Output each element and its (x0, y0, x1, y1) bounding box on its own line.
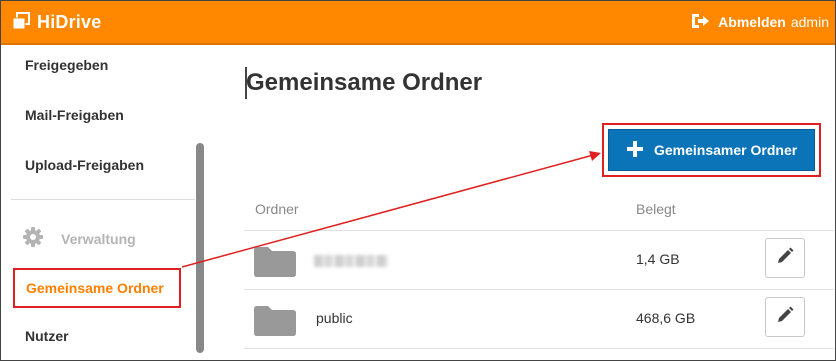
sidebar-item-freigegeben[interactable]: Freigegeben (25, 57, 108, 73)
sidebar-item-nutzer[interactable]: Nutzer (25, 328, 69, 344)
sidebar: Freigegeben Mail-Freigaben Upload-Freiga… (1, 47, 216, 360)
highlight-box: Gemeinsamer Ordner (602, 123, 821, 177)
logout-icon (690, 13, 710, 32)
column-header-used[interactable]: Belegt (636, 201, 676, 217)
pencil-icon (776, 247, 794, 270)
main-content: Gemeinsame Ordner Gemeinsamer Ordner Ord… (216, 47, 835, 360)
logo[interactable]: HiDrive (11, 10, 101, 34)
sidebar-item-upload-freigaben[interactable]: Upload-Freigaben (25, 157, 144, 173)
folder-icon (254, 247, 296, 277)
table-row[interactable]: public 468,6 GB (244, 291, 834, 346)
gear-icon (23, 227, 43, 250)
table-divider (244, 348, 834, 349)
folder-size: 1,4 GB (636, 251, 680, 267)
folder-name-redacted (314, 255, 388, 267)
sidebar-item-label: Gemeinsame Ordner (26, 280, 164, 296)
edit-button[interactable] (765, 297, 805, 337)
sidebar-scrollbar[interactable] (196, 143, 204, 353)
table-divider (244, 289, 834, 290)
sidebar-divider (11, 199, 195, 200)
logout-button[interactable]: Abmelden admin (690, 11, 829, 33)
sidebar-item-mail-freigaben[interactable]: Mail-Freigaben (25, 107, 124, 123)
sidebar-section-label: Verwaltung (61, 230, 136, 247)
sidebar-section-verwaltung: Verwaltung (23, 227, 136, 250)
app-title: HiDrive (37, 11, 102, 32)
folder-name: public (316, 310, 353, 326)
top-bar: HiDrive Abmelden admin (1, 1, 835, 45)
table-row[interactable]: 1,4 GB (244, 232, 834, 287)
edit-button[interactable] (765, 238, 805, 278)
add-button-label: Gemeinsamer Ordner (654, 142, 798, 158)
plus-icon (627, 139, 643, 161)
folder-icon (254, 306, 296, 336)
sidebar-item-gemeinsame-ordner[interactable]: Gemeinsame Ordner (13, 268, 181, 308)
hidrive-logo-icon (11, 12, 33, 32)
table-divider (244, 230, 834, 231)
logout-label: Abmelden (718, 14, 786, 30)
column-header-folder[interactable]: Ordner (255, 201, 299, 217)
add-shared-folder-button[interactable]: Gemeinsamer Ordner (608, 129, 815, 171)
folder-size: 468,6 GB (636, 310, 696, 326)
app-window: HiDrive Abmelden admin Freigegeben Mail-… (0, 0, 836, 361)
username: admin (790, 14, 829, 30)
page-title: Gemeinsame Ordner (246, 69, 483, 96)
pencil-icon (776, 306, 794, 329)
